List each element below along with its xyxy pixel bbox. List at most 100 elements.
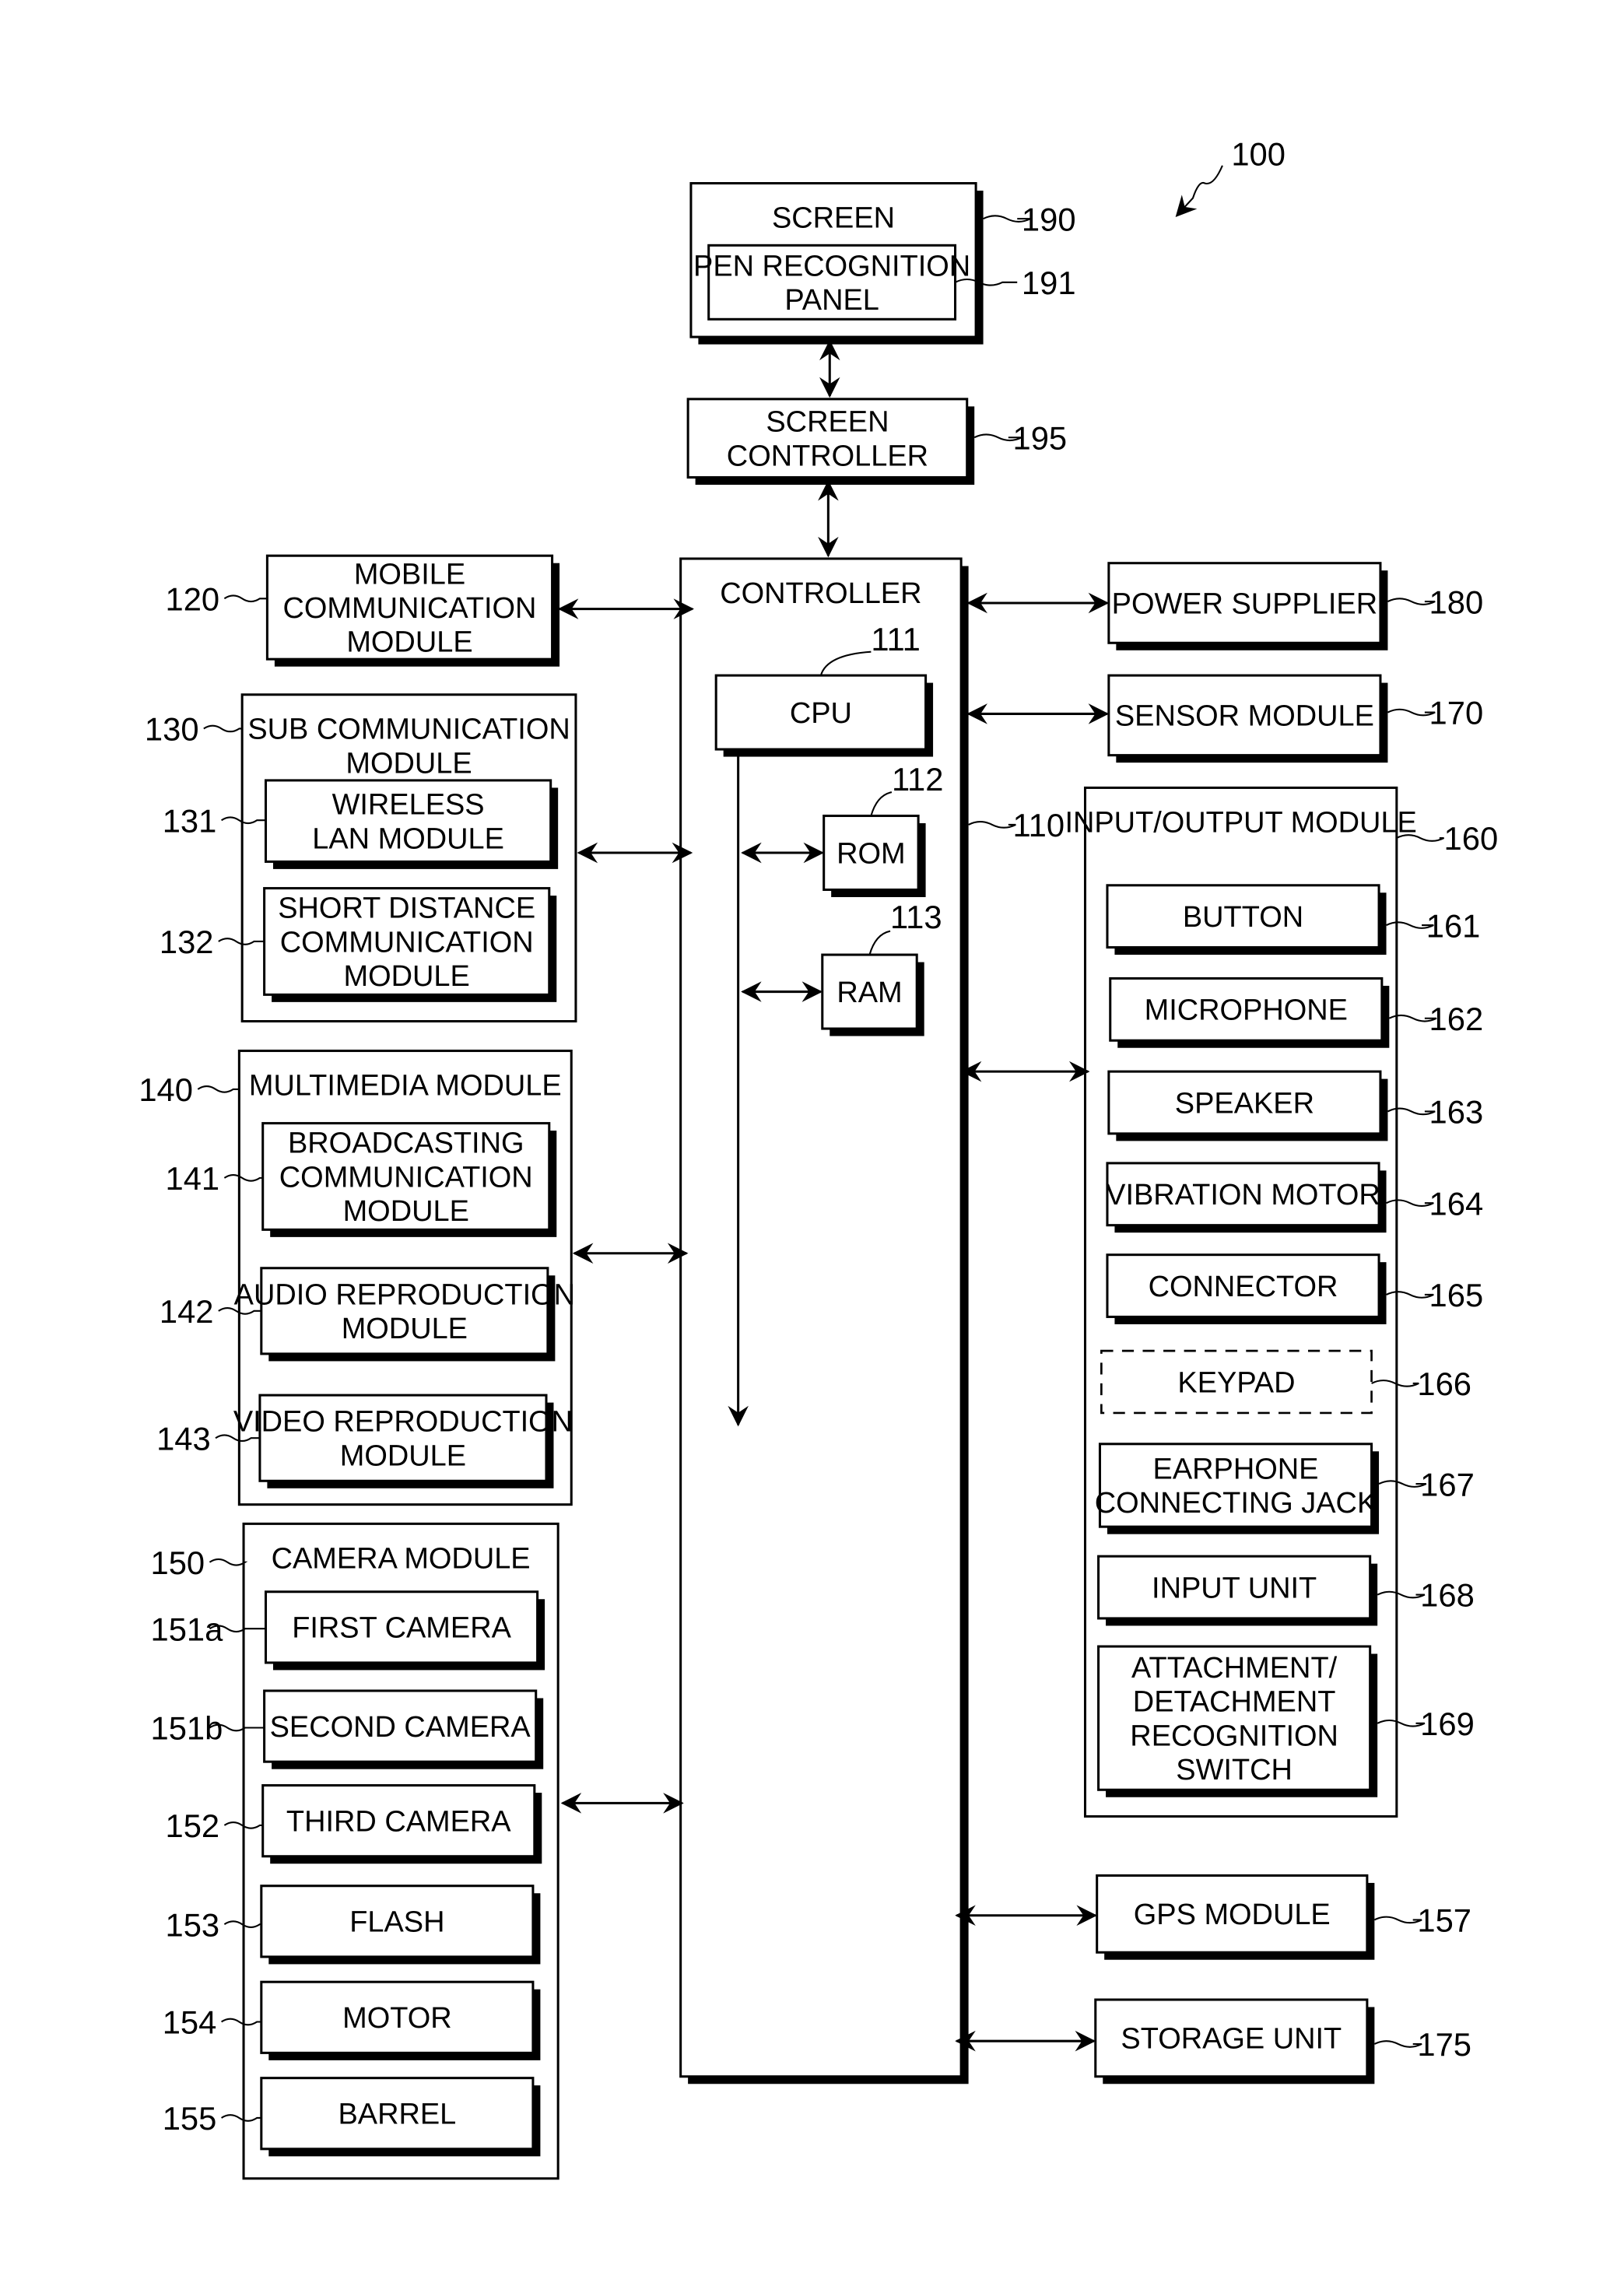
ram-label: RAM <box>837 976 902 1009</box>
mobile-communication-module-ref-number: 120 <box>165 580 219 617</box>
screen-ref-number: 190 <box>1022 201 1076 237</box>
video-reproduction-module-label: MODULE <box>340 1439 466 1472</box>
flash-ref-number: 153 <box>165 1906 219 1943</box>
motor-ref-number: 154 <box>163 2004 217 2041</box>
earphone-connecting-jack-label: CONNECTING JACK <box>1095 1487 1377 1520</box>
pen-recognition-panel-label: PEN RECOGNITION <box>693 250 970 282</box>
third-camera-label: THIRD CAMERA <box>286 1805 511 1838</box>
attachment-detachment-recognition-switch-ref-number: 169 <box>1420 1706 1475 1742</box>
multimedia-module-label: MULTIMEDIA MODULE <box>249 1069 562 1102</box>
first-camera-label: FIRST CAMERA <box>292 1612 511 1645</box>
screen-controller-label: CONTROLLER <box>727 440 928 472</box>
screen-controller-label: SCREEN <box>766 406 889 439</box>
keypad-ref-number: 166 <box>1417 1366 1471 1402</box>
connector-ref-number: 165 <box>1429 1277 1484 1313</box>
vibration-motor-label: VIBRATION MOTOR <box>1106 1179 1380 1211</box>
third-camera-ref-number: 152 <box>165 1807 219 1844</box>
input-unit-ref-number: 168 <box>1420 1577 1475 1614</box>
keypad-label: KEYPAD <box>1177 1366 1295 1399</box>
rom-label: ROM <box>837 837 905 870</box>
gps-module-leader-line <box>1373 1916 1422 1924</box>
short-distance-communication-module-label: SHORT DISTANCE <box>278 892 535 925</box>
input-output-module-ref-number: 160 <box>1444 820 1499 857</box>
short-distance-communication-module-ref-number: 132 <box>160 924 214 960</box>
multimedia-module-leader-line <box>197 1085 240 1093</box>
pen-recognition-panel-ref-number: 191 <box>1022 265 1076 301</box>
screen-controller-ref-number: 195 <box>1013 419 1068 456</box>
sensor-module-ref-number: 170 <box>1429 695 1484 731</box>
wireless-lan-module-label: LAN MODULE <box>312 822 504 855</box>
sub-communication-module-leader-line <box>203 724 243 733</box>
video-reproduction-module-label: VIDEO REPRODUCTION <box>233 1406 573 1439</box>
figure-ref-arrow <box>1175 165 1223 217</box>
mobile-communication-module-label: COMMUNICATION <box>283 592 537 625</box>
short-distance-communication-module-label: COMMUNICATION <box>280 926 534 959</box>
screen-label: SCREEN <box>772 202 895 235</box>
gps-module-label: GPS MODULE <box>1134 1899 1331 1931</box>
earphone-connecting-jack-ref-number: 167 <box>1420 1466 1475 1502</box>
input-output-module-label: INPUT/OUTPUT MODULE <box>1065 806 1416 839</box>
attachment-detachment-recognition-switch-label: RECOGNITION <box>1130 1720 1338 1752</box>
broadcasting-communication-module-label: BROADCASTING <box>288 1127 524 1160</box>
audio-reproduction-module-label: AUDIO REPRODUCTION <box>234 1278 575 1311</box>
rom-ref-number: 112 <box>892 761 944 798</box>
wireless-lan-module-label: WIRELESS <box>332 789 485 822</box>
cpu-label: CPU <box>790 697 852 730</box>
camera-module-label: CAMERA MODULE <box>272 1542 531 1575</box>
power-supplier-ref-number: 180 <box>1429 584 1484 620</box>
controller-label: CONTROLLER <box>720 577 921 610</box>
speaker-ref-number: 163 <box>1429 1094 1484 1131</box>
input-unit-label: INPUT UNIT <box>1152 1572 1317 1604</box>
audio-reproduction-module-label: MODULE <box>342 1313 468 1345</box>
storage-unit-leader-line <box>1373 2040 1422 2048</box>
wireless-lan-module-ref-number: 131 <box>163 802 217 839</box>
controller-ref-number: 110 <box>1013 807 1065 843</box>
controller-leader-line <box>968 821 1016 829</box>
broadcasting-communication-module-label: COMMUNICATION <box>279 1161 533 1194</box>
vibration-motor-ref-number: 164 <box>1429 1185 1484 1222</box>
block-diagram: SCREEN 190PEN RECOGNITIONPANEL 191SCREENCO… <box>139 136 1499 2180</box>
multimedia-module-ref-number: 140 <box>139 1071 193 1108</box>
attachment-detachment-recognition-switch-label: SWITCH <box>1176 1754 1293 1786</box>
short-distance-communication-module-label: MODULE <box>344 960 470 993</box>
power-supplier-label: POWER SUPPLIER <box>1112 587 1377 620</box>
connector-label: CONNECTOR <box>1149 1271 1338 1303</box>
ram-ref-number: 113 <box>890 899 942 935</box>
second-camera-ref-number: 151b <box>151 1710 223 1747</box>
microphone-ref-number: 162 <box>1429 1001 1484 1037</box>
storage-unit-ref-number: 175 <box>1417 2026 1471 2063</box>
barrel-label: BARREL <box>338 2098 456 2131</box>
sub-communication-module-label: SUB COMMUNICATION <box>247 714 570 746</box>
sensor-module-label: SENSOR MODULE <box>1115 700 1374 733</box>
flash-label: FLASH <box>349 1906 444 1939</box>
pen-recognition-panel-label: PANEL <box>784 284 879 317</box>
first-camera-ref-number: 151a <box>151 1611 224 1647</box>
figure-ref-number: 100 <box>1231 136 1286 173</box>
camera-module-leader-line <box>209 1558 248 1566</box>
video-reproduction-module-ref-number: 143 <box>156 1420 211 1457</box>
cpu-ref-number: 111 <box>871 621 920 657</box>
button-ref-number: 161 <box>1426 907 1481 944</box>
audio-reproduction-module-ref-number: 142 <box>160 1293 214 1330</box>
mobile-communication-module-label: MODULE <box>346 626 472 659</box>
attachment-detachment-recognition-switch-label: ATTACHMENT/ <box>1131 1652 1338 1685</box>
power-supplier-leader-line <box>1387 598 1436 605</box>
speaker-label: SPEAKER <box>1175 1087 1314 1120</box>
attachment-detachment-recognition-switch-label: DETACHMENT <box>1133 1686 1336 1719</box>
sub-communication-module-label: MODULE <box>345 747 472 780</box>
second-camera-label: SECOND CAMERA <box>270 1711 531 1744</box>
barrel-ref-number: 155 <box>163 2100 217 2137</box>
sub-communication-module-ref-number: 130 <box>145 711 199 748</box>
earphone-connecting-jack-label: EARPHONE <box>1153 1453 1319 1485</box>
sensor-module-leader-line <box>1387 708 1436 717</box>
microphone-label: MICROPHONE <box>1145 994 1348 1027</box>
camera-module-ref-number: 150 <box>151 1544 205 1581</box>
mobile-communication-module-leader-line <box>223 594 268 603</box>
mobile-communication-module-label: MOBILE <box>354 558 465 591</box>
broadcasting-communication-module-label: MODULE <box>343 1195 469 1228</box>
gps-module-ref-number: 157 <box>1417 1902 1471 1939</box>
storage-unit-label: STORAGE UNIT <box>1121 2023 1342 2056</box>
broadcasting-communication-module-ref-number: 141 <box>165 1160 219 1197</box>
motor-label: MOTOR <box>342 2002 451 2035</box>
button-label: BUTTON <box>1183 901 1303 934</box>
